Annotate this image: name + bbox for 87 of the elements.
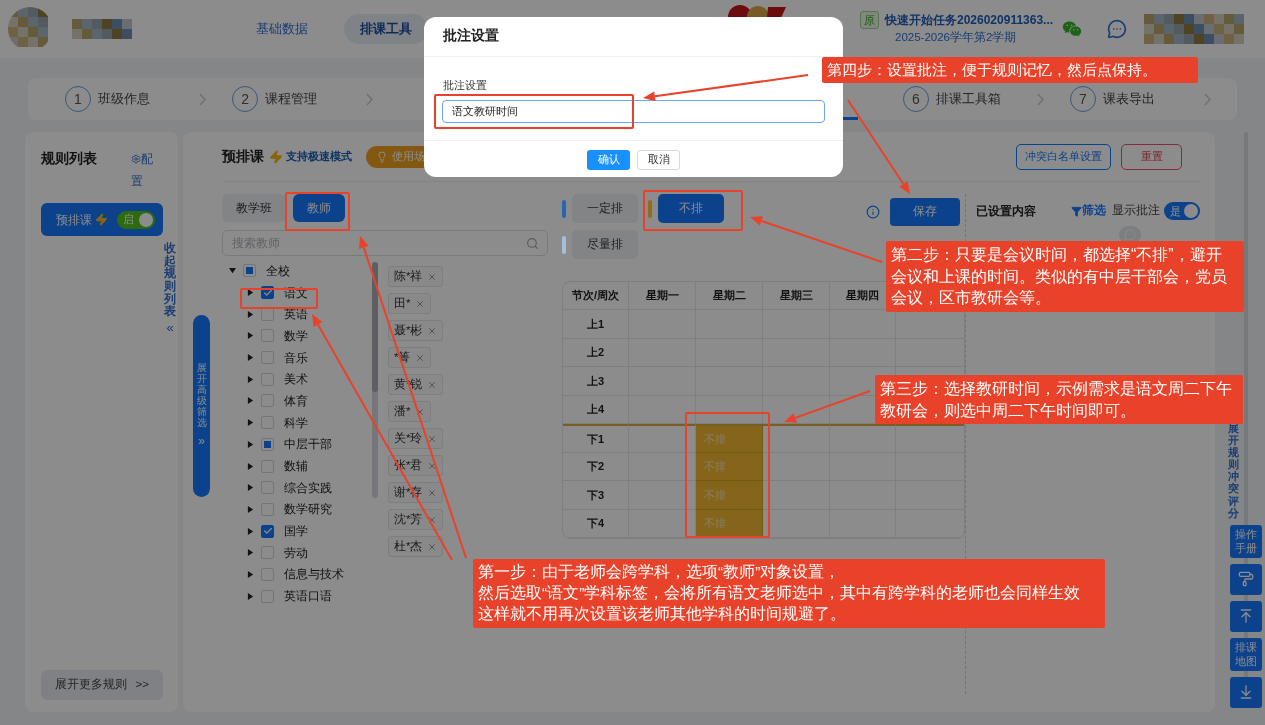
- collapse-list-link[interactable]: 收起规则列表: [164, 242, 176, 318]
- more-rules-label: 展开更多规则: [55, 677, 127, 693]
- tree-item[interactable]: 数学: [284, 326, 308, 345]
- teacher-name: 陈*祥: [394, 268, 423, 284]
- teacher-tag[interactable]: 陈*祥: [388, 266, 444, 287]
- period-cell: 下1: [563, 424, 629, 453]
- period-cell: 下3: [563, 481, 629, 510]
- tree-item[interactable]: 劳动: [284, 543, 308, 562]
- tree-item[interactable]: 数学研究: [284, 500, 332, 519]
- config-link[interactable]: 配置: [131, 148, 155, 192]
- period-cell: 上1: [563, 310, 629, 339]
- field-label: 批注设置: [443, 78, 487, 93]
- period-cell: 上2: [563, 338, 629, 367]
- speed-mode-link[interactable]: 支持极速模式: [286, 148, 352, 165]
- teacher-name: 杜*杰: [394, 538, 423, 554]
- term-text: 2025-2026学年第2学期: [895, 30, 1018, 46]
- period-cell: 上4: [563, 395, 629, 424]
- teacher-name: 关*玲: [394, 430, 423, 446]
- teacher-tag[interactable]: 杜*杰: [388, 536, 444, 557]
- column-header: 星期一: [629, 282, 696, 310]
- tree-item[interactable]: 音乐: [284, 348, 308, 367]
- rule-name: 预排课: [56, 211, 92, 229]
- teacher-tag[interactable]: 聂*彬: [388, 320, 444, 341]
- advanced-filter-toggle[interactable]: 展开高级筛选 »: [193, 315, 210, 497]
- nav-tab[interactable]: 排课工具: [344, 14, 428, 44]
- nav-tab[interactable]: 基础数据: [240, 14, 324, 44]
- filter-link[interactable]: 筛选: [1071, 202, 1106, 220]
- column-header: 星期二: [696, 282, 763, 310]
- note-input[interactable]: 语文教研时间: [442, 99, 825, 123]
- mode-button[interactable]: 尽量排: [572, 230, 638, 259]
- instruction-callout: 第二步：只要是会议时间，都选择“不排”，避开 会议和上课的时间。类似的有中层干部会，党员 会议，区市教研会等。: [886, 241, 1244, 312]
- tree-item[interactable]: 科学: [284, 413, 308, 432]
- step-label[interactable]: 课表导出: [1102, 89, 1155, 109]
- teacher-tag[interactable]: 田*: [388, 293, 432, 314]
- tree-item[interactable]: 美术: [284, 370, 308, 389]
- teacher-name: 聂*彬: [394, 322, 423, 338]
- reset-button[interactable]: 重置: [1121, 143, 1182, 170]
- task-title[interactable]: 快速开始任务2026020911363...: [885, 11, 1054, 30]
- period-cell: 下2: [563, 452, 629, 481]
- teacher-tag[interactable]: 潘*: [388, 401, 432, 422]
- column-header: 星期三: [763, 282, 830, 310]
- whitelist-button[interactable]: 冲突白名单设置: [1016, 143, 1111, 170]
- tree-item[interactable]: 全校: [266, 261, 290, 280]
- tree-item[interactable]: 综合实践: [284, 478, 332, 497]
- mode-button[interactable]: 不排: [658, 194, 724, 223]
- advanced-filter-label: 展开高级筛选: [196, 362, 207, 428]
- confirm-button[interactable]: 确认: [587, 149, 630, 170]
- period-cell: 下4: [563, 509, 629, 538]
- more-rules-button[interactable]: 展开更多规则 >>: [41, 670, 163, 700]
- tree-item[interactable]: 国学: [284, 522, 308, 541]
- object-tab[interactable]: 教学班: [222, 194, 286, 222]
- show-notes-label: 显示批注: [1112, 203, 1160, 219]
- teacher-tag[interactable]: 沈*芳: [388, 509, 444, 530]
- side-button[interactable]: 排课地图: [1230, 637, 1262, 671]
- panel-title: 规则列表: [41, 149, 97, 168]
- settings-title: 已设置内容: [976, 203, 1036, 220]
- advanced-filter-mark: »: [198, 433, 205, 450]
- step-label[interactable]: 课程管理: [265, 89, 318, 109]
- instruction-callout: 第三步：选择教研时间，示例需求是语文周二下午 教研会，则选中周二下午时间即可。: [875, 375, 1243, 425]
- tree-item[interactable]: 信息与技术: [284, 565, 344, 584]
- more-rules-mark: >>: [135, 677, 149, 693]
- column-header: 节次/周次: [563, 282, 629, 310]
- instruction-callout: 第一步：由于老师会跨学科，选项“教师”对象设置， 然后选取“语文”学科标签，会将所有语文老师选中，其中有跨学科的老师也会同样生效 这样就不用再次设置该老师其他学科的时间规避了。: [473, 559, 1105, 628]
- teacher-name: 田*: [394, 295, 411, 311]
- object-tab[interactable]: 教师: [293, 194, 345, 222]
- side-button[interactable]: 操作手册: [1230, 524, 1262, 558]
- step-label[interactable]: 排课工具箱: [935, 89, 1001, 109]
- toggle-switch[interactable]: 是: [1164, 202, 1200, 220]
- period-cell: 上3: [563, 367, 629, 396]
- teacher-name: 沈*芳: [394, 511, 423, 527]
- instruction-callout: 第四步：设置批注，便于规则记忆，然后点保持。: [822, 57, 1198, 84]
- teacher-tag[interactable]: 关*玲: [388, 428, 444, 449]
- teacher-name: 潘*: [394, 403, 411, 419]
- tree-item[interactable]: 数辅: [284, 457, 308, 476]
- tree-item[interactable]: 体育: [284, 391, 308, 410]
- dialog-title: 批注设置: [424, 17, 843, 57]
- rule-card[interactable]: 预排课 启: [41, 203, 163, 236]
- origin-badge: 原: [860, 11, 879, 30]
- step-label[interactable]: 班级作息: [98, 89, 150, 109]
- tree-item[interactable]: 英语口语: [284, 587, 332, 606]
- tree-item[interactable]: 英语: [284, 305, 308, 324]
- section-title: 预排课: [222, 147, 264, 166]
- tree-item[interactable]: 中层干部: [284, 435, 332, 454]
- mode-button[interactable]: 一定排: [572, 194, 638, 223]
- save-button[interactable]: 保存: [890, 198, 960, 226]
- collapse-mark[interactable]: «: [166, 317, 174, 338]
- cancel-button[interactable]: 取消: [637, 149, 680, 170]
